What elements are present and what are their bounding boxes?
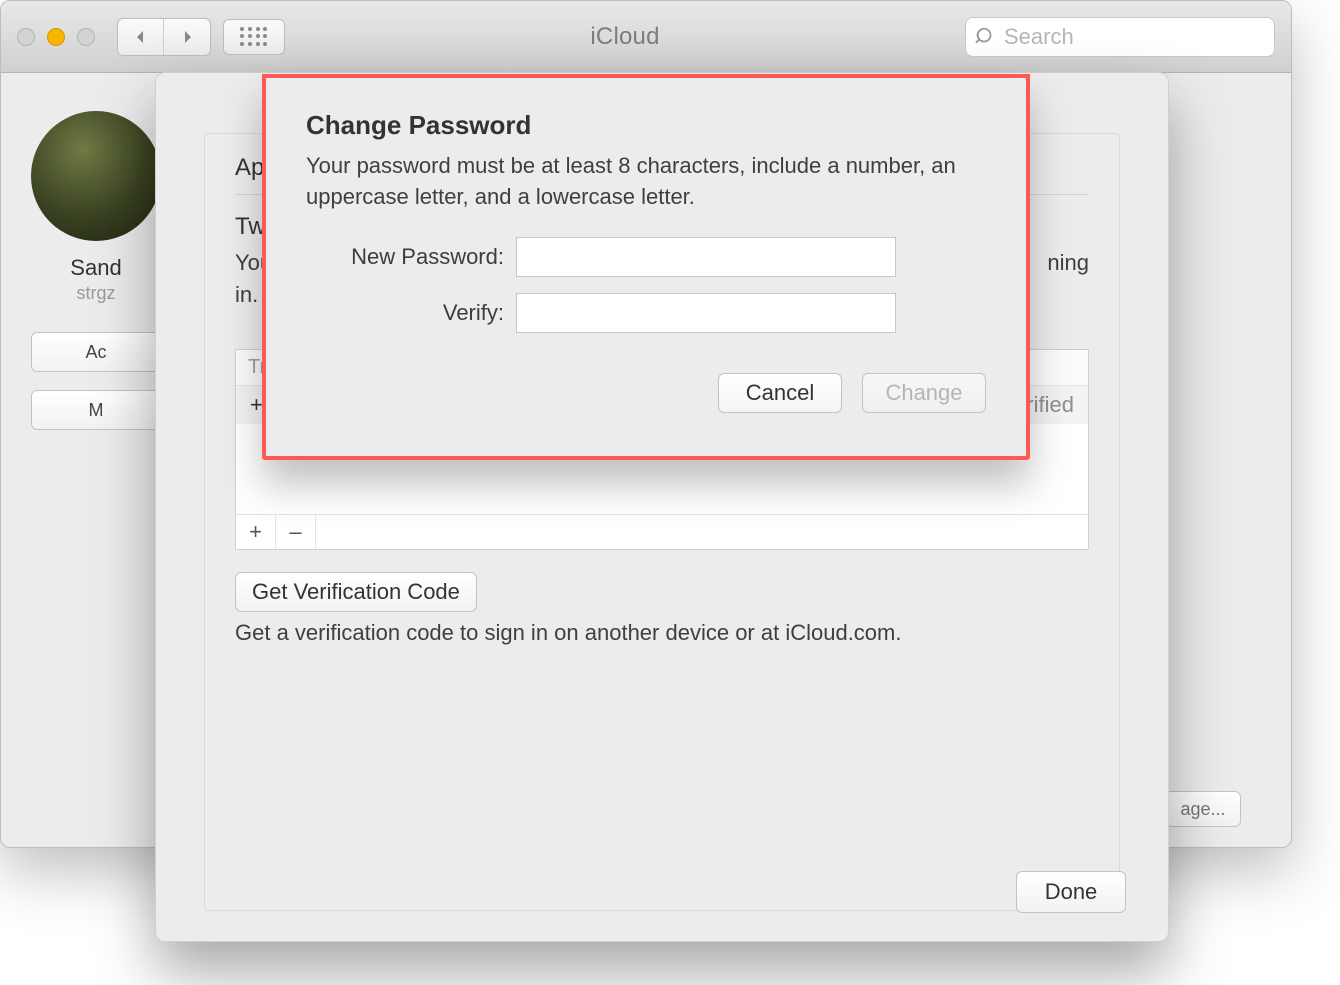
nav-forward-button[interactable] [164, 19, 210, 55]
window-title: iCloud [297, 23, 953, 51]
done-button[interactable]: Done [1016, 871, 1126, 913]
search-input[interactable] [965, 17, 1275, 57]
new-password-row: New Password: [306, 237, 986, 277]
change-button[interactable]: Change [862, 373, 986, 413]
minimize-traffic-light[interactable] [47, 28, 65, 46]
chevron-right-icon [179, 29, 195, 45]
new-password-label: New Password: [306, 244, 516, 270]
account-details-button[interactable]: Ac [31, 332, 161, 372]
cancel-button[interactable]: Cancel [718, 373, 842, 413]
get-verification-code-button[interactable]: Get Verification Code [235, 572, 477, 612]
show-all-button[interactable] [223, 19, 285, 55]
zoom-traffic-light[interactable] [77, 28, 95, 46]
add-phone-button[interactable]: + [236, 515, 276, 549]
verify-password-input[interactable] [516, 293, 896, 333]
verify-password-label: Verify: [306, 300, 516, 326]
change-password-actions: Cancel Change [306, 373, 986, 413]
icloud-sidebar: Sand strgz Ac M [31, 111, 161, 448]
two-factor-desc-line2: in. [235, 282, 258, 307]
new-password-input[interactable] [516, 237, 896, 277]
close-traffic-light[interactable] [17, 28, 35, 46]
avatar[interactable] [31, 111, 161, 241]
change-password-sheet: Change Password Your password must be at… [262, 74, 1030, 460]
grid-icon [240, 27, 268, 47]
nav-back-button[interactable] [118, 19, 164, 55]
traffic-lights [17, 28, 95, 46]
remove-phone-button[interactable]: – [276, 515, 316, 549]
phone-footer: + – [236, 514, 1088, 549]
chevron-left-icon [133, 29, 149, 45]
get-verification-code-note: Get a verification code to sign in on an… [235, 620, 1089, 646]
toolbar-search [965, 17, 1275, 57]
search-icon [975, 26, 997, 48]
phone-footer-spacer [316, 515, 1088, 549]
user-subtitle: strgz [31, 283, 161, 304]
two-factor-desc-right: ning [1047, 247, 1089, 279]
change-password-title: Change Password [306, 110, 986, 141]
truncated-manage-button[interactable]: age... [1165, 791, 1241, 827]
change-password-description: Your password must be at least 8 charact… [306, 151, 986, 213]
user-name: Sand [31, 255, 161, 281]
manage-button[interactable]: M [31, 390, 161, 430]
verify-password-row: Verify: [306, 293, 986, 333]
nav-back-forward [117, 18, 211, 56]
window-toolbar: iCloud [1, 1, 1291, 73]
